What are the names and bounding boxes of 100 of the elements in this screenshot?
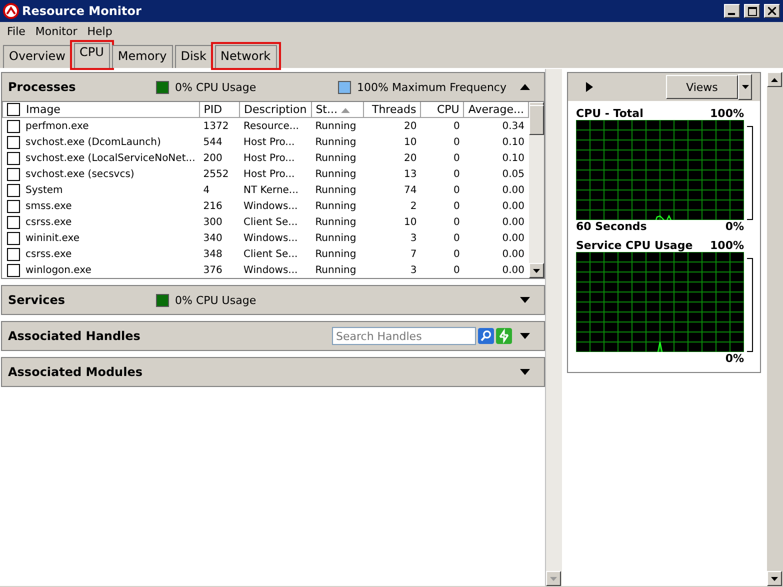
checkbox[interactable]: [6, 152, 20, 164]
table-cell: 2: [364, 198, 421, 214]
table-cell: winlogon.exe: [2, 262, 200, 278]
legend-swatch-icon: [156, 294, 169, 306]
table-cell: Client Se...: [240, 246, 312, 262]
table-cell: Windows...: [240, 230, 312, 246]
checkbox[interactable]: [6, 168, 20, 180]
checkbox[interactable]: [6, 184, 20, 196]
table-cell: 348: [199, 246, 240, 262]
column-header[interactable]: CPU: [420, 102, 464, 118]
table-cell: 0: [420, 166, 464, 182]
graph-max-label: 100%: [710, 107, 744, 120]
section-title: Services: [8, 293, 66, 307]
table-cell: Client Se...: [240, 214, 312, 230]
scroll-thumb[interactable]: [529, 105, 544, 135]
scrollbar[interactable]: [529, 102, 544, 278]
table-cell: perfmon.exe: [2, 118, 200, 134]
views-button[interactable]: Views: [666, 75, 738, 99]
search-field[interactable]: Search Handles: [332, 327, 476, 345]
graph-title: Service CPU Usage: [576, 239, 693, 252]
table-cell: 74: [364, 182, 421, 198]
table-cell: 10: [364, 214, 421, 230]
graph-min-label: 0%: [725, 220, 744, 233]
maximize-icon[interactable]: [748, 6, 756, 16]
table-cell: Running: [311, 134, 364, 150]
table-cell: Running: [311, 150, 364, 166]
table-cell: Host Pro...: [240, 134, 312, 150]
tab[interactable]: Overview: [3, 45, 72, 68]
column-header[interactable]: Description: [240, 102, 312, 118]
table-cell: 0: [420, 214, 464, 230]
up-arrow-icon[interactable]: [771, 78, 778, 82]
table-cell: 20: [364, 118, 421, 134]
graph-title: CPU - Total: [576, 107, 644, 120]
tab[interactable]: Memory: [112, 45, 173, 68]
checkbox[interactable]: [6, 232, 20, 244]
play-icon[interactable]: [586, 82, 593, 92]
graph-min-label: 0%: [725, 352, 744, 365]
table-cell: Running: [311, 166, 364, 182]
checkbox[interactable]: [7, 103, 20, 116]
checkbox[interactable]: [6, 264, 20, 276]
table-cell: Running: [311, 182, 364, 198]
table-cell: 0: [420, 230, 464, 246]
menu-item[interactable]: File: [2, 24, 30, 38]
close-button[interactable]: [764, 4, 780, 18]
table-cell: 0: [420, 262, 464, 278]
table-cell: 0: [420, 182, 464, 198]
checkbox[interactable]: [6, 248, 20, 260]
section-title: Associated Modules: [8, 365, 144, 379]
table-cell: Host Pro...: [240, 150, 312, 166]
down-arrow-icon[interactable]: [771, 576, 778, 580]
legend-label: 100% Maximum Frequency: [357, 80, 506, 94]
dropdown-button[interactable]: [738, 74, 752, 100]
section-title: Processes: [8, 80, 77, 94]
window-title: Resource Monitor: [22, 4, 142, 18]
column-header[interactable]: Image: [2, 102, 200, 118]
table-cell: 2552: [199, 166, 240, 182]
collapse-icon[interactable]: [520, 84, 530, 90]
table-cell: 0.10: [464, 150, 528, 166]
table-cell: svchost.exe (LocalServiceNoNet...: [2, 150, 200, 166]
table-cell: 0: [420, 150, 464, 166]
legend-label: 0% CPU Usage: [175, 294, 256, 306]
table-cell: 340: [199, 230, 240, 246]
column-header[interactable]: PID: [199, 102, 240, 118]
expand-icon[interactable]: [520, 297, 530, 303]
sort-arrow-icon: [340, 108, 350, 113]
table-cell: svchost.exe (secsvcs): [2, 166, 200, 182]
table-cell: System: [2, 182, 200, 198]
tab[interactable]: Disk: [174, 45, 212, 68]
column-header[interactable]: St...: [311, 102, 364, 118]
scrollbar[interactable]: [545, 69, 562, 586]
table-cell: 20: [364, 150, 421, 166]
table-cell: csrss.exe: [2, 214, 200, 230]
table-cell: Host Pro...: [240, 166, 312, 182]
column-header[interactable]: Threads: [364, 102, 421, 118]
checkbox[interactable]: [6, 216, 20, 228]
section-title: Associated Handles: [8, 329, 142, 343]
checkbox[interactable]: [6, 120, 20, 132]
minimize-button[interactable]: [724, 4, 740, 18]
down-arrow-icon[interactable]: [533, 268, 540, 272]
checkbox[interactable]: [6, 200, 20, 212]
menu-item[interactable]: Help: [82, 24, 118, 38]
table-cell: 0.00: [464, 214, 528, 230]
search-icon[interactable]: [478, 328, 494, 344]
scrollbar[interactable]: [767, 72, 783, 586]
menu-item[interactable]: Monitor: [30, 24, 82, 38]
table-cell: 4: [199, 182, 240, 198]
graph-time-label: 60 Seconds: [576, 220, 647, 233]
maximize-button[interactable]: [744, 4, 760, 18]
column-header[interactable]: Average...: [464, 102, 528, 118]
expand-icon[interactable]: [520, 333, 530, 339]
table-cell: Running: [311, 198, 364, 214]
checkbox[interactable]: [6, 136, 20, 148]
table-cell: 300: [199, 214, 240, 230]
table-cell: wininit.exe: [2, 230, 200, 246]
table-cell: 0.34: [464, 118, 528, 134]
table-cell: 0: [420, 246, 464, 262]
expand-icon[interactable]: [520, 369, 530, 375]
close-icon[interactable]: [768, 7, 776, 15]
table-cell: 7: [364, 246, 421, 262]
down-arrow-icon[interactable]: [742, 85, 748, 89]
